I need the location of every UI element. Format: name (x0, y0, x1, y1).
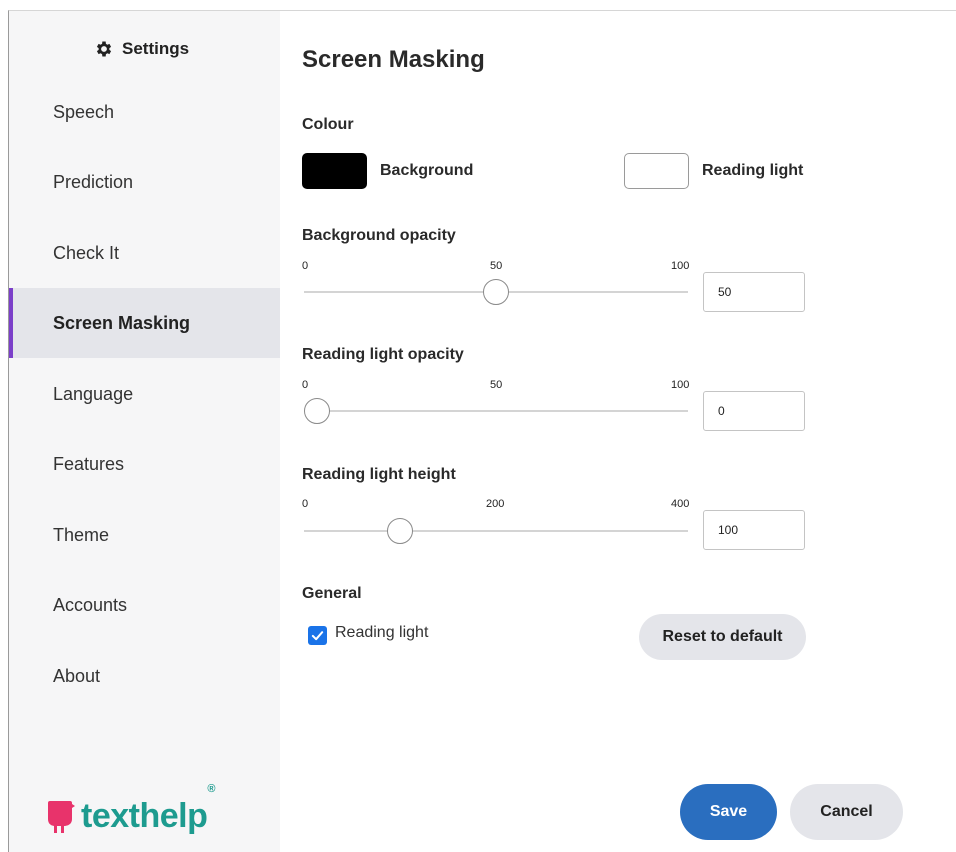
settings-panel: Screen Masking Colour Background Reading… (280, 11, 956, 852)
reading-light-opacity-track[interactable] (304, 410, 688, 412)
reading-light-checkbox[interactable] (308, 626, 327, 645)
tick-mid: 50 (490, 260, 503, 272)
sidebar-item-label: Prediction (53, 171, 134, 192)
checkmark-icon (311, 631, 324, 641)
cancel-button[interactable]: Cancel (790, 784, 903, 840)
reading-light-height-track[interactable] (304, 530, 688, 532)
save-button[interactable]: Save (680, 784, 777, 840)
tick-min: 0 (302, 260, 309, 272)
tick-min: 0 (302, 379, 309, 391)
sidebar-title: Settings (94, 39, 189, 59)
reading-light-opacity-heading: Reading light opacity (302, 346, 464, 363)
sidebar-item-label: Speech (53, 101, 115, 122)
reading-light-height-input[interactable]: 100 (703, 510, 805, 550)
reading-light-opacity-input[interactable]: 0 (703, 391, 805, 431)
reading-light-checkbox-label: Reading light (335, 624, 429, 641)
colour-heading: Colour (302, 116, 354, 133)
page-title: Screen Masking (302, 46, 485, 73)
background-colour-label: Background (380, 162, 474, 179)
sidebar-item-about[interactable]: About (9, 641, 280, 711)
sidebar-item-label: Language (53, 383, 134, 404)
sidebar-item-label: Theme (53, 524, 110, 545)
reading-light-colour-swatch[interactable] (624, 153, 689, 189)
reading-light-opacity-thumb[interactable] (304, 398, 330, 424)
reset-to-default-button[interactable]: Reset to default (639, 614, 806, 660)
logo-wordmark: texthelp ® (81, 783, 215, 836)
sidebar-item-screen-masking[interactable]: Screen Masking (9, 288, 280, 358)
tick-mid: 50 (490, 379, 503, 391)
sidebar-item-features[interactable]: Features (9, 429, 280, 499)
bird-logo-icon (48, 800, 75, 833)
sidebar-item-accounts[interactable]: Accounts (9, 570, 280, 640)
tick-min: 0 (302, 498, 309, 510)
texthelp-logo: texthelp ® (45, 783, 215, 836)
sidebar-item-language[interactable]: Language (9, 359, 280, 429)
background-colour-swatch[interactable] (302, 153, 367, 189)
sidebar-item-label: Screen Masking (53, 312, 191, 333)
sidebar-item-check-it[interactable]: Check It (9, 218, 280, 288)
sidebar-item-speech[interactable]: Speech (9, 77, 280, 147)
logo-wordmark-text: texthelp (81, 797, 208, 835)
reading-light-height-heading: Reading light height (302, 466, 456, 483)
sidebar-title-label: Settings (122, 39, 190, 58)
tick-mid: 200 (486, 498, 505, 510)
sidebar-item-theme[interactable]: Theme (9, 500, 280, 570)
reading-light-height-thumb[interactable] (387, 518, 413, 544)
sidebar-item-prediction[interactable]: Prediction (9, 147, 280, 217)
background-opacity-input[interactable]: 50 (703, 272, 805, 312)
sidebar-item-label: Accounts (53, 594, 128, 615)
tick-max: 400 (671, 498, 690, 510)
registered-mark: ® (207, 783, 215, 795)
background-opacity-heading: Background opacity (302, 227, 456, 244)
settings-sidebar: Settings Speech Prediction Check It Scre… (9, 11, 280, 852)
sidebar-item-label: Features (53, 453, 125, 474)
gear-icon (96, 41, 112, 57)
tick-max: 100 (671, 379, 690, 391)
reading-light-colour-label: Reading light (702, 162, 804, 179)
tick-max: 100 (671, 260, 690, 272)
general-heading: General (302, 585, 362, 602)
sidebar-item-label: Check It (53, 242, 120, 263)
background-opacity-thumb[interactable] (483, 279, 509, 305)
sidebar-item-label: About (53, 665, 101, 686)
